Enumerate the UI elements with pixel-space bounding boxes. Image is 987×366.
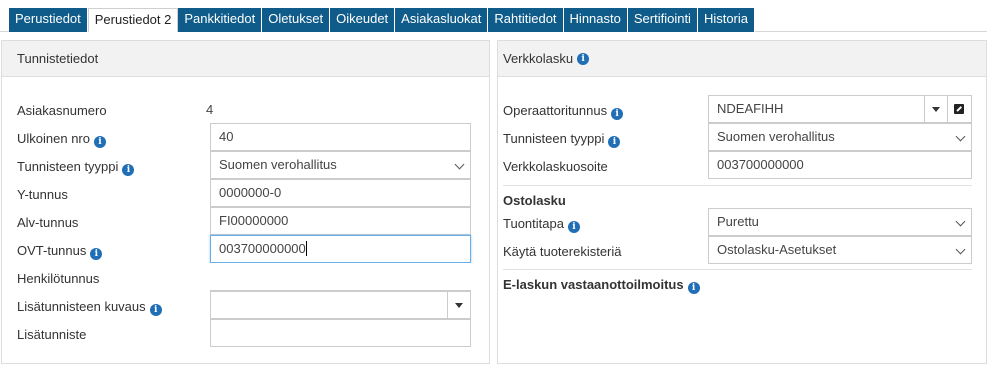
verkkolasku-tunnisteen-tyyppi-select[interactable]: Suomen verohallitus — [708, 123, 972, 151]
tuontitapa-value: Purettu — [717, 214, 759, 229]
tuontitapa-select[interactable]: Purettu — [708, 208, 972, 236]
ulkoinen-nro-label-text: Ulkoinen nro — [17, 131, 90, 146]
info-circle-icon[interactable]: i — [577, 52, 590, 65]
tuontitapa-label-text: Tuontitapa — [503, 216, 564, 231]
panel-title-text: Verkkolasku — [503, 51, 574, 66]
info-circle-icon[interactable]: i — [90, 248, 103, 260]
divider — [503, 269, 972, 270]
e-laskun-heading-text: E-laskun vastaanottoilmoitus — [503, 277, 684, 292]
tab-asiakasluokat[interactable]: Asiakasluokat — [395, 8, 489, 32]
panel-title-text: Tunnistetiedot — [17, 51, 99, 66]
verkkolaskuosoite-label: Verkkolaskuosoite — [503, 159, 608, 174]
asiakasnumero-label: Asiakasnumero — [17, 103, 107, 118]
info-circle-icon[interactable]: i — [608, 136, 621, 148]
operaattoritunnus-combobox[interactable]: NDEAFIHH — [708, 95, 972, 123]
combo-divider — [947, 96, 948, 122]
info-circle-icon[interactable]: i — [122, 164, 135, 176]
combo-divider — [924, 96, 925, 122]
combo-divider — [447, 292, 448, 318]
tab-perustiedot[interactable]: Perustiedot — [9, 8, 88, 32]
panel-title: Verkkolasku i — [498, 41, 986, 77]
external-link-icon[interactable] — [954, 104, 964, 114]
ulkoinen-nro-field[interactable]: 40 — [210, 123, 471, 151]
tunnisteen-tyyppi-label: Tunnisteen tyyppi i — [503, 131, 621, 148]
tuoterekisteri-value: Ostolasku-Asetukset — [717, 242, 837, 257]
tunnisteen-tyyppi-value: Suomen verohallitus — [717, 129, 835, 144]
operaattoritunnus-label-text: Operaattoritunnus — [503, 103, 608, 118]
verkkolasku-panel: Verkkolasku i Operaattoritunnus i NDEAFIHH… — [497, 40, 987, 364]
tuontitapa-label: Tuontitapa i — [503, 216, 580, 233]
triangle-down-icon[interactable] — [455, 303, 463, 308]
chevron-down-icon — [955, 131, 966, 142]
lisatunnisteen-kuvaus-combobox[interactable] — [210, 291, 471, 319]
panel-title: Tunnistetiedot — [2, 41, 489, 77]
ostolasku-heading: Ostolasku — [503, 193, 566, 208]
y-tunnus-label: Y-tunnus — [17, 187, 68, 202]
ovt-tunnus-label: OVT-tunnus i — [17, 243, 103, 260]
divider — [503, 185, 972, 186]
verkkolaskuosoite-field[interactable]: 003700000000 — [708, 151, 972, 179]
henkilotunnus-label: Henkilötunnus — [17, 271, 100, 286]
info-circle-icon[interactable]: i — [687, 282, 700, 294]
operaattoritunnus-value: NDEAFIHH — [717, 101, 784, 116]
alv-tunnus-value: FI00000000 — [219, 213, 289, 228]
lisatunniste-label: Lisätunniste — [17, 327, 87, 342]
ulkoinen-nro-value: 40 — [219, 129, 234, 144]
tuoterekisteri-select[interactable]: Ostolasku-Asetukset — [708, 236, 972, 264]
ovt-tunnus-value: 003700000000 — [219, 241, 307, 256]
y-tunnus-field[interactable]: 0000000-0 — [210, 179, 471, 207]
alv-tunnus-label: Alv-tunnus — [17, 215, 79, 230]
tab-perustiedot-2[interactable]: Perustiedot 2 — [87, 8, 179, 32]
ovt-tunnus-label-text: OVT-tunnus — [17, 243, 87, 258]
lisatunniste-field[interactable] — [210, 319, 471, 347]
info-circle-icon[interactable]: i — [94, 136, 106, 148]
asiakasnumero-value: 4 — [206, 102, 214, 117]
e-laskun-vastaanottoilmoitus-heading: E-laskun vastaanottoilmoitus i — [503, 277, 700, 294]
tunnistetiedot-panel: Tunnistetiedot Asiakasnumero 4 Ulkoinen … — [1, 40, 490, 364]
ovt-tunnus-field[interactable]: 003700000000 — [210, 235, 471, 263]
lisatunnisteen-kuvaus-label: Lisätunnisteen kuvaus i — [17, 299, 162, 316]
info-circle-icon[interactable]: i — [567, 221, 580, 233]
lisatunnisteen-kuvaus-label-text: Lisätunnisteen kuvaus — [17, 299, 146, 314]
chevron-down-icon — [454, 159, 465, 170]
tunnisteen-tyyppi-value: Suomen verohallitus — [219, 157, 337, 172]
info-circle-icon[interactable]: i — [149, 304, 162, 316]
verkkolaskuosoite-value: 003700000000 — [717, 157, 804, 172]
tab-oletukset[interactable]: Oletukset — [262, 8, 331, 32]
chevron-down-icon — [955, 216, 966, 227]
tab-oikeudet[interactable]: Oikeudet — [330, 8, 396, 32]
tunnisteen-tyyppi-select[interactable]: Suomen verohallitus — [210, 151, 471, 179]
tab-hinnasto[interactable]: Hinnasto — [563, 8, 628, 32]
alv-tunnus-field[interactable]: FI00000000 — [210, 207, 471, 235]
chevron-down-icon — [955, 244, 966, 255]
triangle-down-icon[interactable] — [932, 107, 940, 112]
tab-rahtitiedot[interactable]: Rahtitiedot — [488, 8, 564, 32]
operaattoritunnus-label: Operaattoritunnus i — [503, 103, 624, 120]
tab-historia[interactable]: Historia — [697, 8, 756, 32]
y-tunnus-value: 0000000-0 — [219, 185, 282, 200]
tunnisteen-tyyppi-label-text: Tunnisteen tyyppi — [17, 159, 119, 174]
tunnisteen-tyyppi-label: Tunnisteen tyyppi i — [17, 159, 135, 176]
tunnisteen-tyyppi-label-text: Tunnisteen tyyppi — [503, 131, 605, 146]
tuoterekisteri-label: Käytä tuoterekisteriä — [503, 244, 622, 259]
tab-pankkitiedot[interactable]: Pankkitiedot — [178, 8, 263, 32]
info-circle-icon[interactable]: i — [611, 108, 624, 120]
tab-sertifiointi[interactable]: Sertifiointi — [627, 8, 698, 32]
tab-bar: Perustiedot Perustiedot 2 Pankkitiedot O… — [9, 8, 756, 32]
ulkoinen-nro-label: Ulkoinen nro i — [17, 131, 106, 148]
henkilotunnus-field[interactable] — [210, 263, 471, 291]
